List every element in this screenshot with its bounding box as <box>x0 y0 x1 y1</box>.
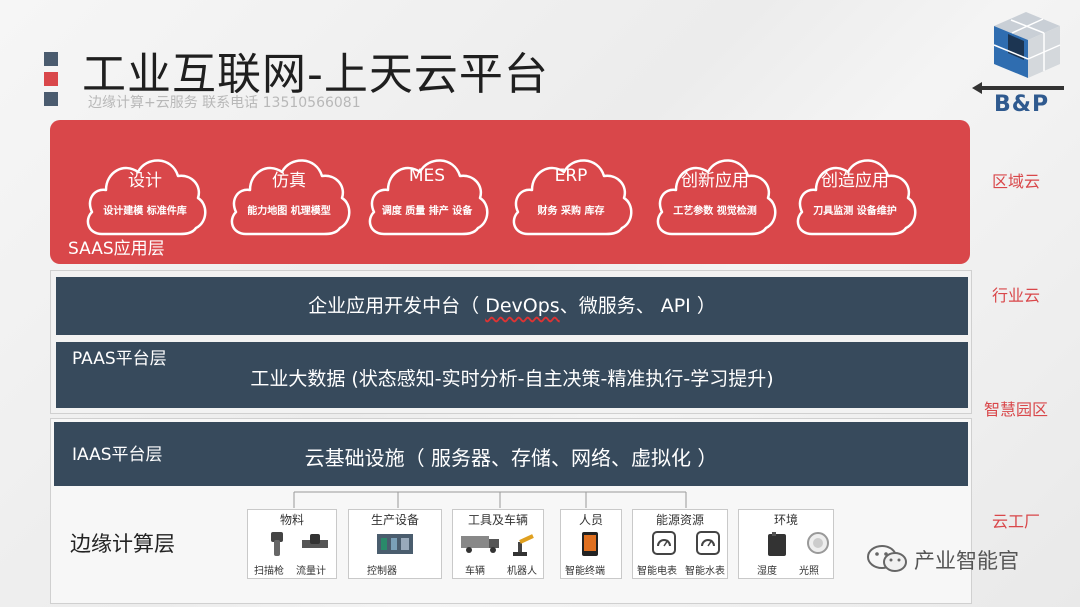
cloud-icon <box>512 159 633 236</box>
saas-cloud-desc: 设计建模 标准件库 <box>103 206 187 217</box>
edge-device-label: 湿度 <box>757 566 777 577</box>
saas-cloud: 创新应用工艺参数 视觉检测 <box>650 148 780 240</box>
cloud-icon <box>230 159 351 236</box>
saas-cloud-name: 仿真 <box>272 171 306 191</box>
accent-square-middle <box>44 72 58 86</box>
meter-gauge-icon <box>695 530 721 560</box>
controller-icon <box>375 530 415 562</box>
edge-device-label: 智能水表 <box>685 566 725 577</box>
saas-cloud-name: 设计 <box>128 171 162 191</box>
edge-group-title: 人员 <box>578 513 603 527</box>
edge-group-title: 能源资源 <box>655 513 704 527</box>
scanner-icon <box>266 530 288 562</box>
edge-device-group: 环境湿度 光照 <box>738 509 834 579</box>
saas-cloud: 设计设计建模 标准件库 <box>80 148 210 240</box>
saas-cloud: ERP 财务 采购 库存 <box>506 148 636 240</box>
edge-group-title: 工具及车辆 <box>467 513 528 527</box>
saas-cloud-name: MES <box>408 166 446 186</box>
saas-cloud: 创造应用刀具监测 设备维护 <box>790 148 920 240</box>
edge-device-group: 工具及车辆车辆 机器人 <box>452 509 544 579</box>
page-subtitle: 边缘计算+云服务 联系电话 13510566081 <box>88 95 361 111</box>
edge-device-label: 智能电表 <box>637 566 677 577</box>
wechat-icon <box>867 545 907 572</box>
edge-device-label: 车辆 <box>465 566 485 577</box>
cloud-icon <box>796 159 917 236</box>
humidity-sensor-icon <box>765 530 789 562</box>
devops-text: DevOps <box>485 295 560 317</box>
saas-cloud: 仿真能力地图 机理模型 <box>224 148 354 240</box>
edge-device-label: 扫描枪 <box>254 566 284 577</box>
saas-cloud-desc: 调度 质量 排产 设备 <box>381 206 473 217</box>
edge-group-title: 环境 <box>773 513 798 527</box>
edge-device-label: 智能终端 <box>565 566 605 577</box>
dev-platform-bar: 企业应用开发中台（ DevOps、微服务、 API ） <box>56 277 968 335</box>
side-label-cloud-factory: 云工厂 <box>991 512 1040 531</box>
saas-layer-label: SAAS应用层 <box>68 239 165 259</box>
edge-device-group: 物料扫描枪 流量计 <box>247 509 337 579</box>
saas-cloud-desc: 能力地图 机理模型 <box>247 206 331 217</box>
edge-device-label: 流量计 <box>296 566 326 577</box>
side-label-industry-cloud: 行业云 <box>991 286 1040 305</box>
cloud-infrastructure-text: 云基础设施（ 服务器、存储、网络、虚拟化 ） <box>304 446 718 470</box>
saas-cloud-name: 创新应用 <box>681 171 749 191</box>
dev-platform-text-start: 企业应用开发中台（ <box>308 295 486 317</box>
saas-cloud-desc: 工艺参数 视觉检测 <box>673 206 757 217</box>
smart-terminal-icon <box>579 530 601 562</box>
side-label-regional-cloud: 区域云 <box>991 172 1040 191</box>
dev-platform-text-end: 、微服务、 API ） <box>559 295 716 317</box>
accent-square-bottom <box>44 92 58 106</box>
flowmeter-icon <box>300 530 330 560</box>
edge-device-group: 人员智能终端 <box>560 509 622 579</box>
watermark-text: 产业智能官 <box>914 549 1019 573</box>
saas-cloud-name: 创造应用 <box>821 171 889 191</box>
saas-cloud-desc: 财务 采购 库存 <box>537 206 605 217</box>
edge-group-title: 物料 <box>279 513 304 527</box>
edge-device-group: 能源资源智能电表 智能水表 <box>632 509 728 579</box>
saas-cloud-desc: 刀具监测 设备维护 <box>813 206 897 217</box>
light-sensor-icon <box>805 530 831 560</box>
logo-text: B&P <box>994 92 1050 117</box>
meter-gauge-icon <box>651 530 677 560</box>
edge-group-title: 生产设备 <box>370 513 419 527</box>
edge-connector-lines <box>293 491 687 508</box>
saas-cloud-name: ERP <box>554 166 588 186</box>
cloud-icon <box>368 159 489 236</box>
cloud-icon <box>656 159 777 236</box>
truck-icon <box>459 530 503 558</box>
edge-device-group: 生产设备 控制器 <box>348 509 442 579</box>
big-data-text: 工业大数据 (状态感知-实时分析-自主决策-精准执行-学习提升) <box>250 368 774 390</box>
cloud-icon <box>86 159 207 236</box>
side-label-smart-park: 智慧园区 <box>983 400 1048 419</box>
accent-square-top <box>44 52 58 66</box>
edge-device-label: 机器人 <box>507 566 537 577</box>
edge-device-label: 光照 <box>799 566 819 577</box>
edge-device-label: 控制器 <box>367 566 397 577</box>
saas-cloud: MES 调度 质量 排产 设备 <box>362 148 492 240</box>
robot-arm-icon <box>509 530 539 562</box>
edge-layer-label: 边缘计算层 <box>70 532 175 556</box>
